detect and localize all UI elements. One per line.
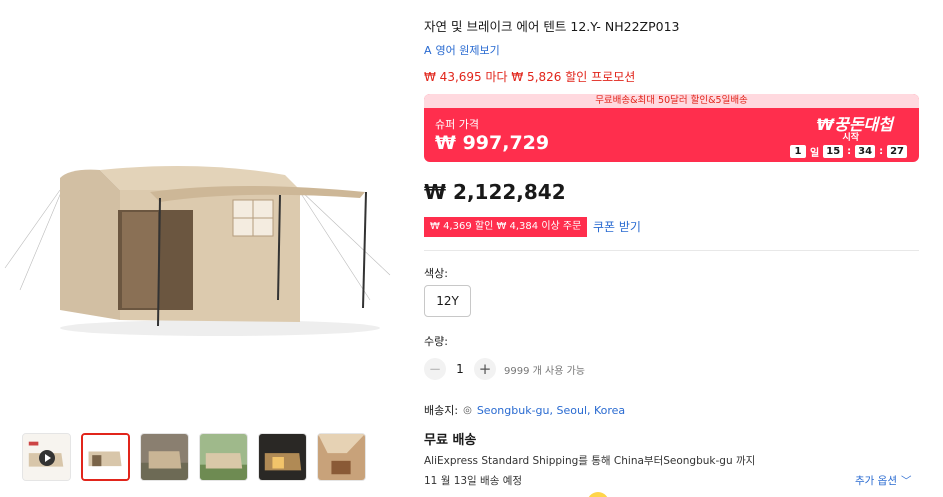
countdown-days: 1 xyxy=(790,145,807,158)
countdown-minutes: 34 xyxy=(855,145,876,158)
quantity-decrease-button[interactable]: − xyxy=(424,358,446,380)
translate-link[interactable]: A 영어 원제보기 xyxy=(424,42,500,58)
quantity-value[interactable]: 1 xyxy=(446,362,474,376)
shipping-location-link[interactable]: Seongbuk-gu, Seoul, Korea xyxy=(477,404,625,417)
divider xyxy=(424,250,919,251)
color-option-12y[interactable]: 12Y xyxy=(424,285,471,317)
quantity-increase-button[interactable]: + xyxy=(474,358,496,380)
quantity-available: 9999 개 사용 가능 xyxy=(504,365,585,377)
super-deal-banner: 무료배송&최대 50달러 할인&5일배송 슈퍼 가격 ₩ 997,729 ₩꿍돈… xyxy=(424,94,919,162)
countdown-seconds: 27 xyxy=(887,145,907,158)
product-price: ₩ 2,122,842 xyxy=(424,180,566,204)
color-label: 색상: xyxy=(424,267,448,280)
chevron-down-icon: ﹀ xyxy=(900,475,912,487)
thumbnail-interior[interactable] xyxy=(317,433,366,481)
thumbnail-video[interactable] xyxy=(22,433,71,481)
play-icon xyxy=(39,450,55,466)
countdown-day-unit: 일 xyxy=(810,148,820,159)
more-options-label: 추가 옵션 xyxy=(855,475,897,487)
free-shipping-title: 무료 배송 xyxy=(424,433,477,448)
countdown-timer: 1 일 15 : 34 : 27 xyxy=(790,144,907,159)
quantity-stepper: − 1 + 9999 개 사용 가능 xyxy=(424,358,585,380)
main-product-image[interactable] xyxy=(0,150,395,340)
countdown-separator: : xyxy=(879,146,884,157)
shipping-destination: 배송지: ◎ Seongbuk-gu, Seoul, Korea xyxy=(424,402,625,418)
countdown-hours: 15 xyxy=(823,145,844,158)
super-price-label: 슈퍼 가격 xyxy=(435,118,479,131)
shipping-label: 배송지: xyxy=(424,404,459,417)
location-pin-icon: ◎ xyxy=(463,404,472,416)
delivery-date: 11 월 13일 배송 예정 xyxy=(424,475,523,487)
coin-icon xyxy=(587,492,609,497)
countdown-separator: : xyxy=(847,146,852,157)
get-coupon-link[interactable]: 쿠폰 받기 xyxy=(593,218,641,235)
shipping-description: AliExpress Standard Shipping를 통해 China부터… xyxy=(424,455,756,467)
product-title: 자연 및 브레이크 에어 텐트 12.Y- NH22ZP013 xyxy=(424,19,680,34)
promotion-text: ₩ 43,695 마다 ₩ 5,826 할인 프로모션 xyxy=(424,70,636,84)
quantity-label: 수량: xyxy=(424,335,448,348)
more-shipping-options[interactable]: 추가 옵션 ﹀ xyxy=(855,473,911,488)
super-price-value: ₩ 997,729 xyxy=(435,132,550,154)
deal-start-label: 시작 xyxy=(842,133,859,143)
thumbnail-tent-selected[interactable] xyxy=(81,433,130,481)
thumbnail-outdoor-2[interactable] xyxy=(199,433,248,481)
translate-icon: A xyxy=(424,43,432,57)
thumbnail-outdoor-1[interactable] xyxy=(140,433,189,481)
super-deal-top-banner: 무료배송&최대 50달러 할인&5일배송 xyxy=(424,94,919,108)
translate-label: 영어 원제보기 xyxy=(435,44,500,57)
thumbnail-strip xyxy=(22,433,366,481)
coupon-tag: ₩ 4,369 할인 ₩ 4,384 이상 주문 xyxy=(424,217,588,237)
thumbnail-night[interactable] xyxy=(258,433,307,481)
